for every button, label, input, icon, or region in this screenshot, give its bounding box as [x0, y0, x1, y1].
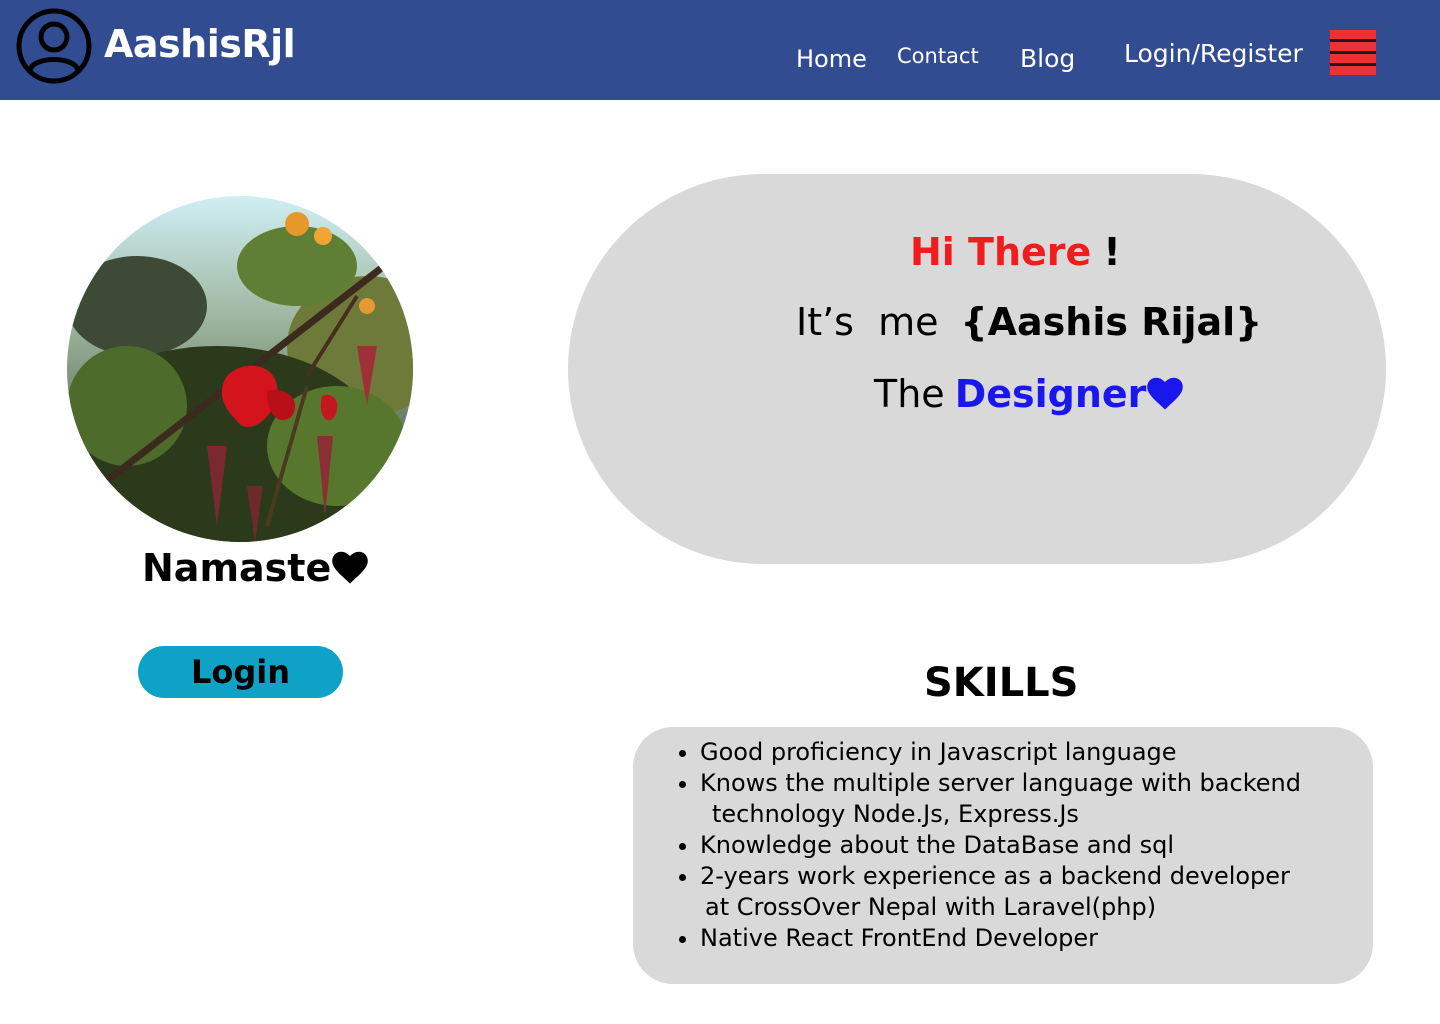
flower-photo-image [67, 196, 413, 542]
blue-heart-icon [1147, 377, 1184, 410]
nav-contact-link[interactable]: Contact [897, 44, 979, 68]
profile-photo [67, 196, 413, 542]
the-text: The [874, 372, 945, 416]
brand-name[interactable]: AashisRjl [104, 22, 296, 66]
skill-item: 2-years work experience as a backend dev… [700, 861, 1360, 923]
skills-list: Good proficiency in Javascript language … [673, 737, 1360, 954]
hi-there-text: Hi There [910, 230, 1092, 274]
skills-card: Good proficiency in Javascript language … [633, 727, 1373, 984]
user-circle-icon[interactable] [16, 8, 92, 84]
nav-home-link[interactable]: Home [796, 45, 867, 73]
login-button[interactable]: Login [138, 646, 343, 698]
role-line: The Designer [874, 372, 1184, 416]
skill-text: Native React FrontEnd Developer [700, 924, 1099, 952]
role-text: Designer [954, 372, 1147, 416]
skill-text-continued: at CrossOver Nepal with Laravel(php) [705, 893, 1157, 921]
skills-heading: SKILLS [924, 660, 1079, 706]
greeting-heading: Namaste [142, 546, 369, 590]
skill-text: Knowledge about the DataBase and sql [700, 831, 1175, 859]
skill-item: Native React FrontEnd Developer [700, 923, 1360, 954]
skill-text: Knows the multiple server language with … [700, 769, 1301, 797]
hamburger-menu-icon[interactable] [1330, 30, 1376, 75]
skill-item: Knowledge about the DataBase and sql [700, 830, 1360, 861]
exclamation-text: ! [1103, 230, 1121, 274]
full-name-text: {Aashis Rijal} [960, 300, 1263, 344]
nav-login-register-link[interactable]: Login/Register [1124, 39, 1303, 68]
greeting-text: Namaste [142, 546, 332, 590]
skill-item: Knows the multiple server language with … [700, 768, 1360, 830]
intro-card: Hi There ! It’s me {Aashis Rijal} The De… [568, 174, 1386, 564]
skill-text-continued: technology Node.Js, Express.Js [712, 800, 1079, 828]
skill-item: Good proficiency in Javascript language [700, 737, 1360, 768]
its-me-line: It’s me {Aashis Rijal} [796, 300, 1262, 344]
hi-there-heading: Hi There ! [910, 230, 1121, 274]
nav-blog-link[interactable]: Blog [1020, 44, 1075, 73]
skill-text: 2-years work experience as a backend dev… [700, 862, 1290, 890]
top-navbar: AashisRjl Home Contact Blog Login/Regist… [0, 0, 1440, 100]
heart-icon [332, 551, 369, 584]
skill-text: Good proficiency in Javascript language [700, 738, 1177, 766]
its-me-text: It’s me [796, 300, 939, 344]
